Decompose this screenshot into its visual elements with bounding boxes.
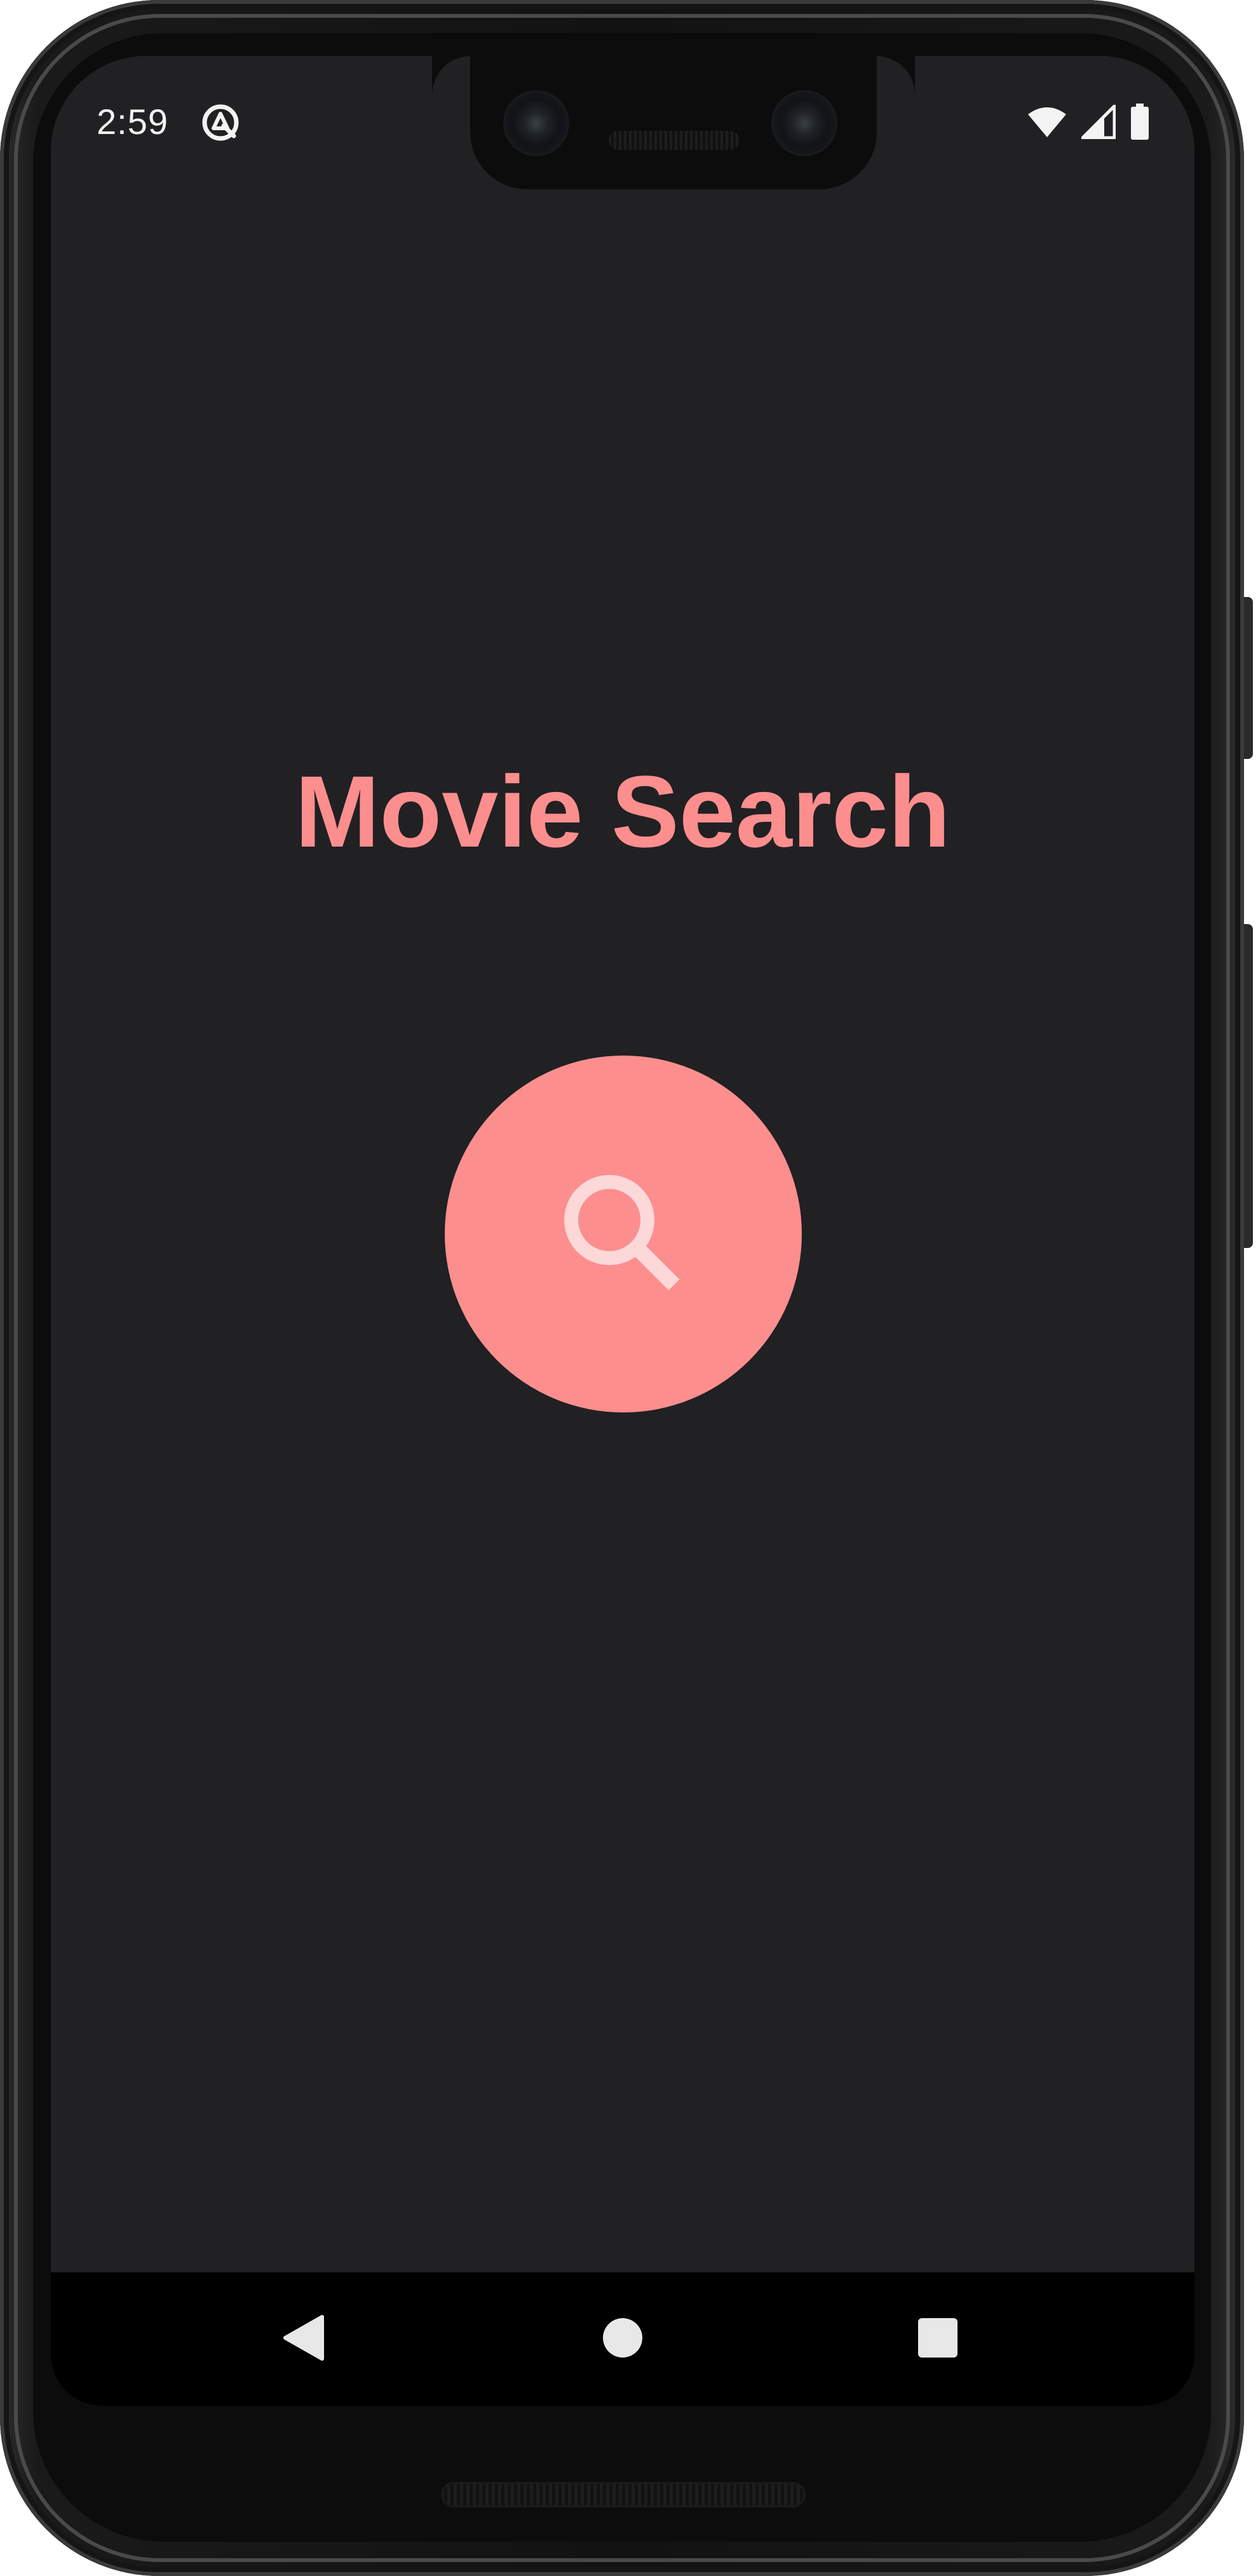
display-notch — [470, 56, 915, 189]
search-button[interactable] — [445, 1056, 802, 1412]
bottom-speaker-grille — [441, 2482, 806, 2507]
recents-square-icon — [917, 2317, 959, 2362]
earpiece-speaker — [609, 131, 740, 150]
search-icon — [553, 1164, 693, 1304]
back-triangle-icon — [281, 2314, 326, 2365]
recents-button[interactable] — [887, 2272, 989, 2406]
page-title: Movie Search — [295, 755, 950, 868]
front-camera-left — [506, 93, 567, 154]
front-camera-right — [774, 93, 835, 154]
cellular-signal-icon — [1081, 105, 1116, 139]
home-circle-icon — [602, 2317, 644, 2362]
battery-icon — [1130, 104, 1150, 140]
volume-button — [1244, 924, 1253, 1248]
app-notification-icon — [201, 103, 240, 142]
navigation-bar — [51, 2272, 1194, 2406]
screen: 2:59 Movie Search — [51, 56, 1194, 2406]
power-button — [1244, 597, 1253, 759]
status-time: 2:59 — [97, 102, 168, 142]
back-button[interactable] — [253, 2272, 355, 2406]
status-icons — [1027, 102, 1150, 142]
home-button[interactable] — [572, 2272, 673, 2406]
wifi-icon — [1027, 105, 1067, 138]
